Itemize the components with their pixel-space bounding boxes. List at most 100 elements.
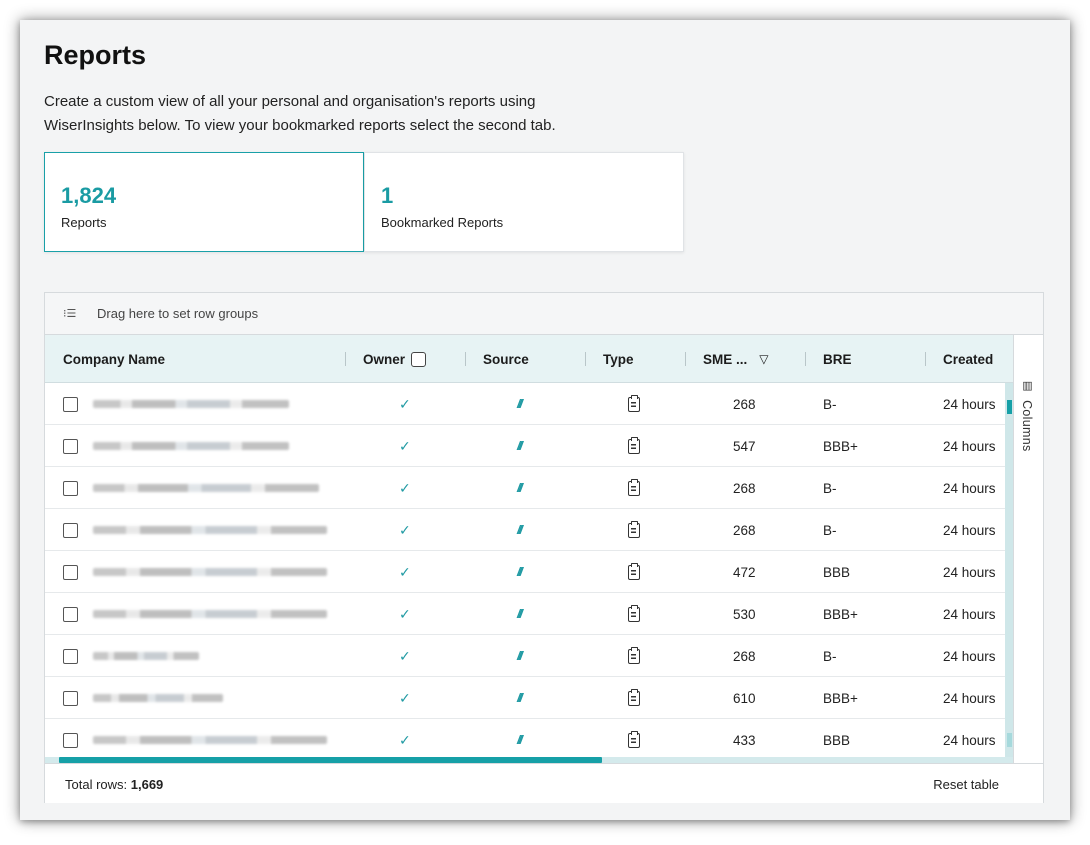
column-resize-handle[interactable] [345,352,346,366]
reports-grid: ⁝☰ Drag here to set row groups Company N… [44,292,1044,803]
bookmarked-count: 1 [381,183,394,208]
row-select-checkbox[interactable] [63,522,78,538]
sme-score: 268 [733,522,756,538]
header-label: Source [483,351,529,367]
table-row[interactable]: ✓ /// 472 BBB 24 hours [45,551,1005,593]
source-icon: /// [517,397,523,411]
bre-rating: B- [823,396,837,412]
clipboard-icon [628,730,640,748]
clipboard-icon [628,562,640,580]
sme-score: 530 [733,606,756,622]
company-name-redacted [93,442,289,450]
clipboard-icon [628,604,640,622]
sme-score: 433 [733,732,756,748]
page-title: Reports [44,40,147,70]
app-window: Reports Create a custom view of all your… [20,20,1070,820]
table-row[interactable]: ✓ /// 547 BBB+ 24 hours [45,425,1005,467]
vertical-scrollbar[interactable] [1005,383,1013,757]
bre-rating: B- [823,648,837,664]
row-select-checkbox[interactable] [63,648,78,664]
header-label: BRE [823,351,852,367]
check-icon: ✓ [399,521,411,538]
check-icon: ✓ [399,647,411,664]
table-row[interactable]: ✓ /// 433 BBB 24 hours [45,719,1005,757]
column-resize-handle[interactable] [925,352,926,366]
intro-line: WiserInsights below. To view your bookma… [44,117,556,134]
company-name-redacted [93,568,327,576]
vertical-scrollbar-end [1007,733,1012,747]
header-source[interactable]: Source [483,335,529,383]
check-icon: ✓ [399,731,411,748]
column-resize-handle[interactable] [465,352,466,366]
header-label: Company Name [63,351,166,367]
row-select-checkbox[interactable] [63,732,78,748]
row-select-checkbox[interactable] [63,564,78,580]
sme-score: 547 [733,438,756,454]
check-icon: ✓ [399,437,411,454]
company-name-redacted [93,526,327,534]
company-name-redacted [93,484,319,492]
created-time: 24 hours [943,522,996,538]
source-icon: /// [517,691,523,705]
columns-side-panel[interactable]: ▥ Columns [1013,335,1043,763]
clipboard-icon [628,394,640,412]
company-name-redacted [93,736,327,744]
vertical-scrollbar-thumb[interactable] [1007,400,1012,414]
bre-rating: BBB+ [823,438,858,454]
created-time: 24 hours [943,732,996,748]
reports-tab-card[interactable]: 1,824 Reports [44,152,364,252]
created-time: 24 hours [943,690,996,706]
header-bre[interactable]: BRE [823,335,852,383]
header-company-name[interactable]: Company Name [63,335,165,383]
table-row[interactable]: ✓ /// 268 B- 24 hours [45,509,1005,551]
header-type[interactable]: Type [603,335,634,383]
bre-rating: BBB [823,732,851,748]
bre-rating: B- [823,522,837,538]
table-row[interactable]: ✓ /// 268 B- 24 hours [45,467,1005,509]
bookmarked-label: Bookmarked Reports [381,215,504,230]
source-icon: /// [517,565,523,579]
row-select-checkbox[interactable] [63,480,78,496]
column-resize-handle[interactable] [585,352,586,366]
total-rows: Total rows: 1,669 [65,777,163,792]
bre-rating: BBB [823,564,851,580]
owner-filter-checkbox[interactable] [411,351,427,367]
clipboard-icon [628,646,640,664]
filter-icon[interactable]: ▽ [759,352,768,366]
company-name-redacted [93,610,327,618]
bre-rating: BBB+ [823,690,858,706]
source-icon: /// [517,439,523,453]
header-label: SME ... [703,351,748,367]
sme-score: 610 [733,690,756,706]
row-select-checkbox[interactable] [63,396,78,412]
table-row[interactable]: ✓ /// 610 BBB+ 24 hours [45,677,1005,719]
clipboard-icon [628,436,640,454]
total-rows-label: Total rows: [65,777,131,792]
table-row[interactable]: ✓ /// 530 BBB+ 24 hours [45,593,1005,635]
bre-rating: B- [823,480,837,496]
row-select-checkbox[interactable] [63,690,78,706]
header-sme[interactable]: SME ... ▽ [703,335,769,383]
column-resize-handle[interactable] [805,352,806,366]
check-icon: ✓ [399,479,411,496]
check-icon: ✓ [399,605,411,622]
header-owner[interactable]: Owner [363,335,427,383]
column-resize-handle[interactable] [685,352,686,366]
row-group-drop-zone[interactable]: ⁝☰ Drag here to set row groups [45,293,1043,335]
check-icon: ✓ [399,689,411,706]
created-time: 24 hours [943,480,996,496]
row-select-checkbox[interactable] [63,438,78,454]
header-created[interactable]: Created [943,335,993,383]
row-select-checkbox[interactable] [63,606,78,622]
table-row[interactable]: ✓ /// 268 B- 24 hours [45,383,1005,425]
grid-body: ✓ /// 268 B- 24 hours ✓ /// 547 BBB+ 24 … [45,383,1005,757]
reset-table-link[interactable]: Reset table [933,777,999,792]
columns-panel-toggle[interactable]: ▥ Columns [1020,379,1034,452]
created-time: 24 hours [943,438,996,454]
column-header-row: Company Name Owner Source Type SME ... ▽ [45,335,1013,383]
row-group-icon: ⁝☰ [63,308,77,320]
table-row[interactable]: ✓ /// 268 B- 24 hours [45,635,1005,677]
created-time: 24 hours [943,606,996,622]
bookmarked-tab-card[interactable]: 1 Bookmarked Reports [364,152,684,252]
summary-cards: 1,824 Reports 1 Bookmarked Reports [44,152,684,252]
